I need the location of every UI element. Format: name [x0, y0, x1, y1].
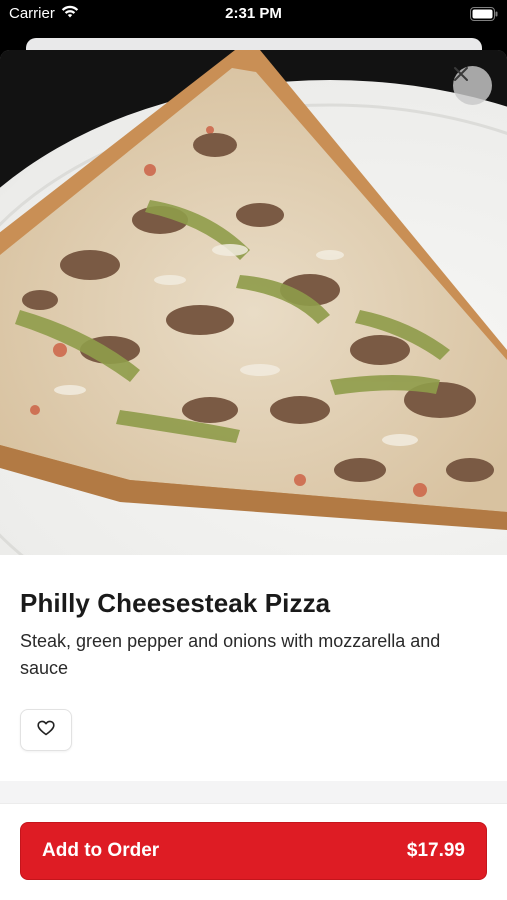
item-price: $17.99 — [406, 840, 465, 861]
status-time: 2:31 PM — [225, 5, 282, 22]
heart-icon — [37, 720, 55, 741]
add-to-order-label: Add to Order — [42, 840, 160, 861]
section-divider — [0, 781, 507, 803]
add-to-order-button[interactable]: Add to Order $17.99 — [20, 822, 487, 880]
pizza-slice-photo — [0, 50, 507, 555]
close-button[interactable] — [453, 66, 492, 105]
status-bar: Carrier 2:31 PM — [0, 0, 507, 30]
item-detail-sheet: Philly Cheesesteak Pizza Steak, green pe… — [0, 50, 507, 900]
item-description: Steak, green pepper and onions with mozz… — [20, 631, 441, 678]
favorite-button[interactable] — [20, 709, 72, 751]
battery-icon — [470, 7, 498, 25]
order-footer: Add to Order $17.99 — [0, 803, 507, 900]
item-info: Philly Cheesesteak Pizza Steak, green pe… — [0, 588, 507, 751]
item-name: Philly Cheesesteak Pizza — [20, 588, 331, 618]
